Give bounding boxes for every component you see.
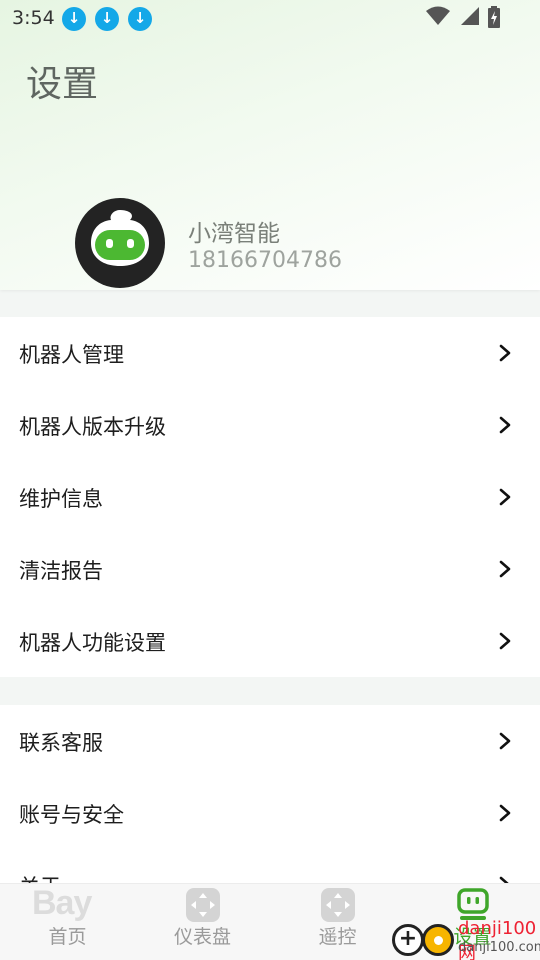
menu-item-robot-management[interactable]: 机器人管理 [0, 317, 540, 389]
chevron-right-icon [499, 560, 511, 578]
menu-item-label: 清洁报告 [19, 559, 103, 583]
menu-item-label: 账号与安全 [19, 803, 124, 827]
nav-item-home[interactable]: Bay 首页 [0, 884, 135, 960]
nav-label: 遥控 [318, 926, 357, 948]
menu-group-robot: 机器人管理 机器人版本升级 维护信息 清洁报告 机器人功能设置 [0, 317, 540, 677]
menu-item-label: 维护信息 [19, 487, 103, 511]
nav-item-dashboard[interactable]: 仪表盘 [135, 884, 270, 960]
avatar[interactable] [75, 198, 165, 288]
menu-item-robot-version-upgrade[interactable]: 机器人版本升级 [0, 389, 540, 461]
wifi-icon [425, 6, 450, 25]
robot-avatar-icon [91, 210, 149, 266]
nav-label: 首页 [48, 926, 87, 948]
nav-item-remote[interactable]: 遥控 [270, 884, 405, 960]
watermark-eye-icon [422, 924, 454, 956]
user-phone: 18166704786 [188, 248, 342, 273]
menu-item-cleaning-report[interactable]: 清洁报告 [0, 533, 540, 605]
status-bar: 3:54 ↓ ↓ ↓ [0, 0, 540, 36]
menu-item-about[interactable]: 关于 [0, 849, 540, 885]
download-icon: ↓ [62, 7, 86, 31]
nav-label: 仪表盘 [173, 926, 231, 948]
cellular-signal-icon [460, 7, 479, 25]
user-name: 小湾智能 [188, 221, 280, 247]
chevron-right-icon [499, 632, 511, 650]
chevron-right-icon [499, 416, 511, 434]
status-time: 3:54 [12, 7, 55, 29]
settings-header: 3:54 ↓ ↓ ↓ 设置 小湾智能 18166704786 [0, 0, 540, 290]
menu-item-contact-support[interactable]: 联系客服 [0, 705, 540, 777]
menu-item-label: 机器人管理 [19, 343, 124, 367]
watermark-url: danji100.com [458, 940, 540, 955]
menu-item-label: 机器人版本升级 [19, 415, 166, 439]
battery-charging-icon [488, 6, 500, 28]
chevron-right-icon [499, 488, 511, 506]
menu-group-account: 联系客服 账号与安全 关于 [0, 705, 540, 885]
watermark-plus-icon: + [392, 924, 424, 956]
chevron-right-icon [499, 804, 511, 822]
page-title: 设置 [26, 64, 99, 105]
menu-item-account-security[interactable]: 账号与安全 [0, 777, 540, 849]
site-watermark: + danji100网 danji100.com [392, 918, 540, 960]
dashboard-icon [185, 888, 220, 922]
system-icons [422, 6, 500, 28]
chevron-right-icon [499, 344, 511, 362]
download-icon: ↓ [95, 7, 119, 31]
menu-item-label: 机器人功能设置 [19, 631, 166, 655]
menu-item-label: 联系客服 [19, 731, 103, 755]
remote-control-icon [320, 888, 355, 922]
menu-item-robot-function-settings[interactable]: 机器人功能设置 [0, 605, 540, 677]
chevron-right-icon [499, 732, 511, 750]
home-icon: Bay [32, 884, 92, 922]
menu-item-maintenance-info[interactable]: 维护信息 [0, 461, 540, 533]
download-icon: ↓ [128, 7, 152, 31]
